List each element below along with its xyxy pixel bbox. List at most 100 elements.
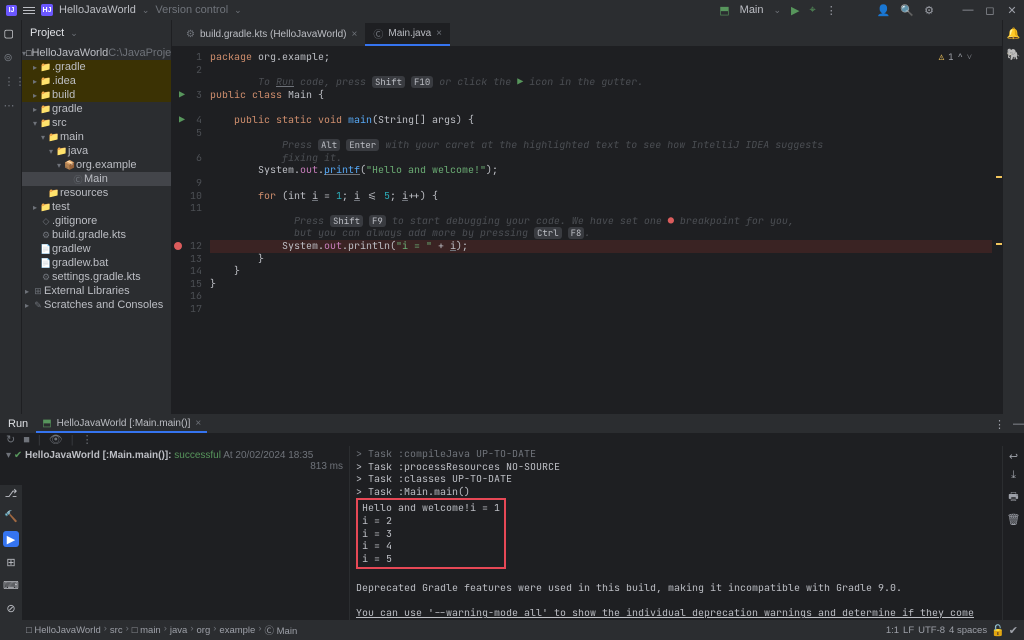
breadcrumbs[interactable]: □ HelloJavaWorld›src›□ main›java›org›exa… (26, 623, 297, 637)
console-output[interactable]: > Task :compileJava UP-TO-DATE> Task :pr… (350, 446, 1002, 634)
titlebar: IJ HJ HelloJavaWorld ⌄ Version control ⌄… (0, 0, 1024, 20)
soft-wrap-icon[interactable]: ↩ (1009, 450, 1018, 463)
tree-item[interactable]: ▸✎Scratches and Consoles (22, 298, 171, 312)
chevron-down-icon[interactable]: ⌄ (234, 5, 242, 16)
stop-icon[interactable]: ■ (23, 434, 30, 446)
main-menu-icon[interactable] (23, 5, 35, 16)
notifications-icon[interactable]: 🔔 (1007, 27, 1021, 40)
caret-position[interactable]: 1:1 (886, 625, 899, 636)
tree-item[interactable]: ▸⊞External Libraries (22, 284, 171, 298)
rerun-icon[interactable]: ↻ (6, 433, 15, 446)
readonly-icon[interactable]: 🔓 (991, 624, 1005, 637)
run-config-name[interactable]: Main (740, 4, 764, 16)
scroll-end-icon[interactable]: ⤓ (1011, 469, 1016, 482)
build-tool-icon[interactable]: 🔨 (3, 508, 19, 524)
more-tool-icon[interactable]: ⋯ (4, 99, 18, 113)
run-task-tree[interactable]: ▾ ✔ HelloJavaWorld [:Main.main()]: succe… (0, 446, 350, 634)
gradle-tool-icon[interactable]: 🐘 (1007, 48, 1021, 61)
run-tab-label: HelloJavaWorld [:Main.main()] (57, 418, 191, 429)
tree-item[interactable]: ⚙build.gradle.kts (22, 228, 171, 242)
down-icon[interactable]: ˅ (967, 51, 972, 63)
editor-gutter[interactable]: 12▶3▶45691011121314151617 (172, 46, 210, 414)
project-name[interactable]: HelloJavaWorld (59, 4, 136, 16)
close-icon[interactable]: × (352, 29, 358, 40)
breadcrumb-item[interactable]: Ⓒ Main (265, 623, 298, 637)
debug-icon[interactable]: ⌖ (810, 4, 816, 17)
tree-item[interactable]: ▸📁gradle (22, 102, 171, 116)
tree-item[interactable]: ▸📁test (22, 200, 171, 214)
status-bar: □ HelloJavaWorld›src›□ main›java›org›exa… (0, 620, 1024, 640)
tree-item[interactable]: ▾📁src (22, 116, 171, 130)
print-icon[interactable]: 🖶 (1008, 488, 1018, 507)
more-icon[interactable]: ⋮ (82, 433, 93, 446)
commit-tool-icon[interactable]: ⊚ (4, 51, 18, 65)
search-icon[interactable]: 🔍 (900, 4, 914, 17)
right-tool-rail: 🔔 🐘 (1002, 20, 1024, 414)
left-bottom-rail: ⎇ 🔨 ▶ ⊞ ⌨ ⊘ (0, 485, 22, 620)
breadcrumb-item[interactable]: src (110, 623, 123, 637)
problems-tool-icon[interactable]: ⊘ (3, 600, 19, 616)
close-icon[interactable]: × (195, 418, 201, 429)
editor-area: ⚙build.gradle.kts (HelloJavaWorld)×ⒸMain… (172, 20, 1002, 414)
task-name: HelloJavaWorld [:Main.main()]: (25, 450, 172, 461)
ide-status-icon[interactable]: ✔ (1009, 624, 1018, 637)
editor-tabs[interactable]: ⚙build.gradle.kts (HelloJavaWorld)×ⒸMain… (172, 20, 1002, 46)
inspection-widget[interactable]: ⚠1 ^ ˅ (939, 51, 972, 63)
services-tool-icon[interactable]: ⊞ (3, 554, 19, 570)
more-icon[interactable]: ⋮ (826, 4, 837, 17)
breadcrumb-item[interactable]: org (197, 623, 211, 637)
breadcrumb-item[interactable]: example (219, 623, 255, 637)
tree-item[interactable]: ▾📁java (22, 144, 171, 158)
clear-icon[interactable]: 🗑 (1007, 513, 1021, 526)
task-status: successful (174, 450, 221, 461)
run-tab[interactable]: ⬒ HelloJavaWorld [:Main.main()] × (36, 415, 207, 433)
tree-item[interactable]: ▾📁main (22, 130, 171, 144)
structure-tool-icon[interactable]: ⋮⋮ (4, 75, 18, 89)
tree-item[interactable]: ▸📁.gradle (22, 60, 171, 74)
chevron-down-icon[interactable]: ⌄ (70, 28, 78, 39)
encoding[interactable]: UTF-8 (918, 625, 945, 636)
warn-count: 1 (948, 51, 953, 63)
chevron-down-icon[interactable]: ⌄ (774, 5, 782, 16)
breadcrumb-item[interactable]: java (170, 623, 187, 637)
settings-icon[interactable]: ⚙ (924, 4, 934, 17)
tree-item[interactable]: 📁resources (22, 186, 171, 200)
run-icon[interactable]: ▶ (791, 4, 799, 17)
more-icon[interactable]: ⋮ (994, 418, 1005, 431)
tree-item[interactable]: 📄gradlew.bat (22, 256, 171, 270)
tree-item[interactable]: ◇.gitignore (22, 214, 171, 228)
editor-tab[interactable]: ⒸMain.java× (365, 23, 450, 46)
tree-item[interactable]: ▾📦org.example (22, 158, 171, 172)
maximize-icon[interactable]: ◻ (984, 4, 996, 16)
project-tree[interactable]: ▾□HelloJavaWorld C:\JavaProject▸📁.gradle… (22, 46, 171, 414)
breadcrumb-item[interactable]: □ HelloJavaWorld (26, 623, 101, 637)
tree-item[interactable]: ▸📁build (22, 88, 171, 102)
run-tool-window: Run ⬒ HelloJavaWorld [:Main.main()] × ⋮ … (0, 414, 1024, 620)
vcs-widget[interactable]: Version control (155, 4, 228, 16)
breadcrumb-item[interactable]: □ main (132, 623, 161, 637)
tree-item[interactable]: 📄gradlew (22, 242, 171, 256)
account-icon[interactable]: 👤 (877, 4, 891, 17)
hide-icon[interactable]: — (1013, 418, 1024, 430)
tree-item[interactable]: ▾□HelloJavaWorld C:\JavaProject (22, 46, 171, 60)
close-icon[interactable]: ✕ (1006, 4, 1018, 16)
project-tool-icon[interactable]: ▢ (4, 27, 18, 41)
tree-item[interactable]: ⒸMain (22, 172, 171, 186)
chevron-down-icon[interactable]: ⌄ (142, 5, 150, 16)
code-content[interactable]: package org.example; To Run code, press … (210, 46, 1002, 414)
indent[interactable]: 4 spaces (949, 625, 987, 636)
minimize-icon[interactable]: — (962, 4, 974, 16)
line-separator[interactable]: LF (903, 625, 914, 636)
tree-item[interactable]: ▸📁.idea (22, 74, 171, 88)
git-tool-icon[interactable]: ⎇ (3, 485, 19, 501)
error-stripe[interactable] (992, 46, 1002, 414)
run-tool-icon[interactable]: ▶ (3, 531, 19, 547)
filter-icon[interactable]: 👁 (49, 433, 63, 446)
editor-tab[interactable]: ⚙build.gradle.kts (HelloJavaWorld)× (178, 23, 365, 46)
terminal-tool-icon[interactable]: ⌨ (3, 577, 19, 593)
up-icon[interactable]: ^ (958, 51, 963, 63)
run-title: Run (8, 418, 28, 430)
close-icon[interactable]: × (436, 28, 442, 39)
run-config-icon: ⬒ (719, 4, 729, 17)
tree-item[interactable]: ⚙settings.gradle.kts (22, 270, 171, 284)
